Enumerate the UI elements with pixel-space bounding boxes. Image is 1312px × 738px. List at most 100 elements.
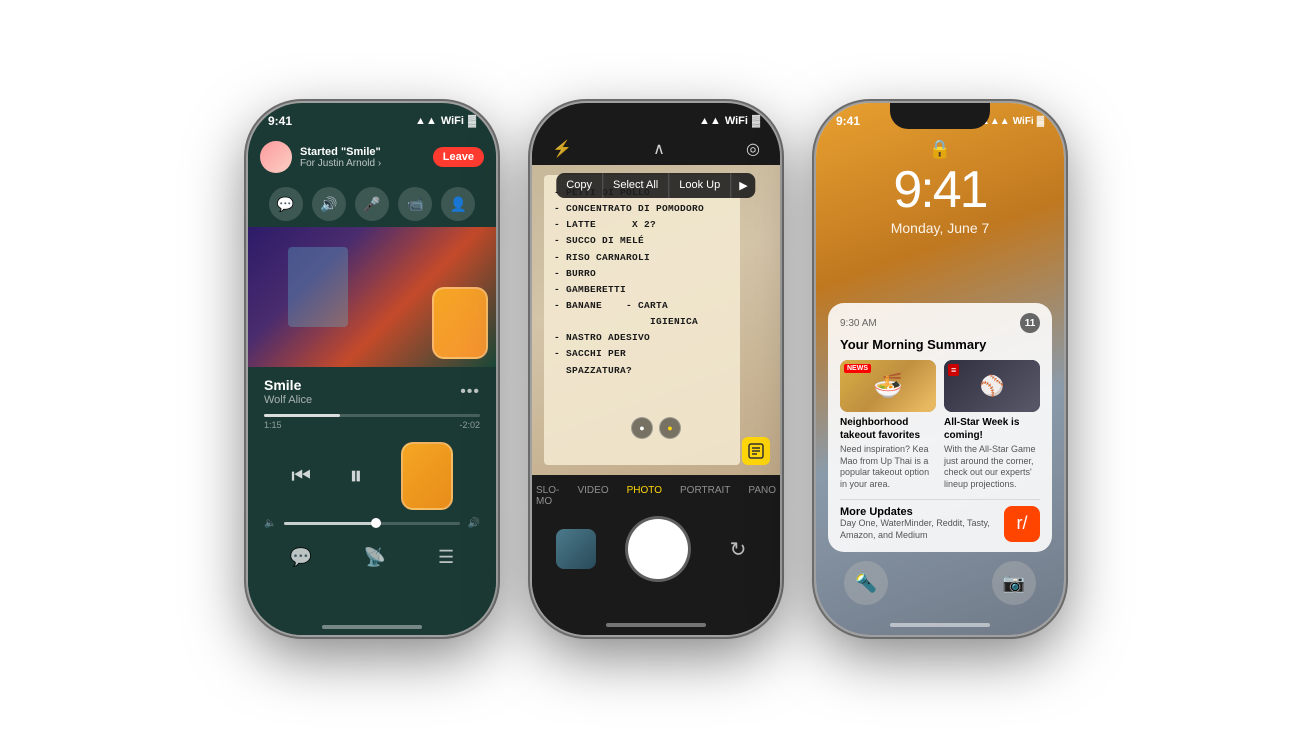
- notification-time: 9:30 AM: [840, 318, 877, 329]
- volume-min-icon: 🔈: [264, 518, 276, 529]
- flip-camera-button[interactable]: ↻: [720, 531, 756, 567]
- bottom-controls: 💬 📡 ☰: [248, 537, 496, 578]
- news-logo-1: NEWS: [844, 364, 871, 373]
- note-line-4: - SUCCO DI MELÉ: [554, 233, 730, 249]
- lock-status-time: 9:41: [836, 114, 860, 128]
- article-2-desc: With the All-Star Game just around the c…: [944, 444, 1040, 491]
- article-1-desc: Need inspiration? Kea Mao from Up Thai i…: [840, 444, 936, 491]
- facetime-banner: Started "Smile" For Justin Arnold › Leav…: [248, 133, 496, 181]
- note-text: - PETTI DI POLLO - CONCENTRATO DI POMODO…: [554, 185, 730, 379]
- viewfinder: - PETTI DI POLLO - CONCENTRATO DI POMODO…: [532, 165, 780, 475]
- camera-modes: SLO-MO VIDEO PHOTO PORTRAIT PANO: [532, 475, 780, 513]
- zoom-dot-1[interactable]: ●: [631, 417, 653, 439]
- song-info: Smile Wolf Alice •••: [248, 367, 496, 410]
- notch: [322, 103, 422, 129]
- playback-controls: ⏮ ⏸: [248, 434, 496, 518]
- menu-arrow-button[interactable]: ▶: [731, 173, 755, 198]
- airplay-button[interactable]: 📡: [364, 547, 386, 568]
- camera-top-bar: ⚡ ∧ ◎: [532, 133, 780, 165]
- lock-notch: [890, 103, 990, 129]
- note-line-10: - NASTRO ADESIVO: [554, 330, 730, 346]
- notification-count: 11: [1020, 313, 1040, 333]
- note-line-2: - CONCENTRATO DI POMODORO: [554, 201, 730, 217]
- chevron-up-icon[interactable]: ∧: [653, 139, 665, 159]
- home-indicator: [322, 625, 422, 629]
- notification-more: More Updates Day One, WaterMinder, Reddi…: [840, 506, 1040, 542]
- leave-button[interactable]: Leave: [433, 147, 484, 167]
- lock-symbol: 🔒: [929, 139, 951, 160]
- mode-video[interactable]: VIDEO: [573, 483, 612, 509]
- wifi-icon-2: WiFi: [725, 115, 748, 127]
- camera-button[interactable]: 📷: [992, 561, 1036, 605]
- rewind-button[interactable]: ⏮: [291, 463, 311, 489]
- speaker-button[interactable]: 🔊: [312, 187, 346, 221]
- mode-pano[interactable]: PANO: [744, 483, 780, 509]
- battery-icon: ▓: [468, 115, 476, 127]
- select-all-button[interactable]: Select All: [603, 173, 669, 198]
- notch-2: [606, 103, 706, 129]
- reddit-icon: r/: [1004, 506, 1040, 542]
- home-indicator-2: [606, 623, 706, 627]
- facetime-title: Started "Smile": [300, 146, 425, 158]
- more-button[interactable]: •••: [460, 383, 480, 401]
- shutter-button[interactable]: [628, 519, 688, 579]
- lyrics-button[interactable]: 💬: [290, 547, 312, 568]
- live-text-icon[interactable]: [742, 437, 770, 465]
- flash-icon[interactable]: ⚡: [552, 139, 572, 159]
- note-line-7: - GAMBERETTI: [554, 282, 730, 298]
- wifi-icon: WiFi: [441, 115, 464, 127]
- mode-photo[interactable]: PHOTO: [623, 483, 666, 509]
- volume-fill: [284, 522, 380, 525]
- article-1: NEWS Neighborhood takeout favorites Need…: [840, 360, 936, 491]
- phone-1: 9:41 ▲▲▲ WiFi ▓ Started "Smile" For Just…: [248, 103, 496, 635]
- song-details: Smile Wolf Alice: [264, 377, 312, 406]
- lock-wifi-icon: WiFi: [1013, 116, 1034, 127]
- message-button[interactable]: 💬: [269, 187, 303, 221]
- lock-bottom-buttons: 🔦 📷: [816, 561, 1064, 605]
- progress-track: [264, 414, 480, 417]
- news-logo-2: ≡: [948, 364, 959, 376]
- song-name: Smile: [264, 377, 312, 393]
- article-2-title: All-Star Week is coming!: [944, 416, 1040, 442]
- live-text-svg: [748, 443, 764, 459]
- phone-2: ▲▲▲ WiFi ▓ ⚡ ∧ ◎ - PETTI DI POLLO - CONC…: [532, 103, 780, 635]
- flashlight-button[interactable]: 🔦: [844, 561, 888, 605]
- article-1-image: NEWS: [840, 360, 936, 412]
- video-button[interactable]: 📹: [398, 187, 432, 221]
- live-text-menu: Copy Select All Look Up ▶: [556, 173, 755, 198]
- thumbnail-preview[interactable]: [556, 529, 596, 569]
- lock-battery-icon: ▓: [1037, 116, 1044, 127]
- note-line-8: - BANANE - CARTA: [554, 298, 730, 314]
- lock-status-icons: ▲▲▲ WiFi ▓: [980, 116, 1044, 127]
- status-time: 9:41: [268, 114, 292, 128]
- lock-home-indicator: [890, 623, 990, 627]
- zoom-options: ● ●: [631, 417, 681, 439]
- volume-bar[interactable]: 🔈 🔊: [248, 518, 496, 537]
- note-line-11: - SACCHI PER: [554, 346, 730, 362]
- progress-bar[interactable]: 1:15 -2:02: [248, 410, 496, 434]
- mode-slomo[interactable]: SLO-MO: [532, 483, 563, 509]
- volume-max-icon: 🔊: [468, 518, 480, 529]
- phone-1-screen: Started "Smile" For Justin Arnold › Leav…: [248, 133, 496, 635]
- notification-header: 9:30 AM 11: [840, 313, 1040, 333]
- pause-button[interactable]: ⏸: [349, 460, 362, 492]
- note-line-6: - BURRO: [554, 266, 730, 282]
- copy-button[interactable]: Copy: [556, 173, 603, 198]
- queue-button[interactable]: ☰: [438, 547, 454, 568]
- notification-articles: NEWS Neighborhood takeout favorites Need…: [840, 360, 1040, 491]
- lock-icon-area: 🔒 9:41 Monday, June 7: [891, 139, 990, 236]
- article-1-title: Neighborhood takeout favorites: [840, 416, 936, 442]
- look-up-button[interactable]: Look Up: [669, 173, 731, 198]
- facetime-info: Started "Smile" For Justin Arnold ›: [300, 146, 425, 169]
- note-line-3: - LATTE x 2?: [554, 217, 730, 233]
- live-photo-icon[interactable]: ◎: [746, 139, 760, 159]
- volume-track: [284, 522, 459, 525]
- battery-icon-2: ▓: [752, 115, 760, 127]
- more-text: More Updates Day One, WaterMinder, Reddi…: [840, 506, 996, 541]
- phone-3: 9:41 ▲▲▲ WiFi ▓ 🔒 9:41 Monday, June 7 9:…: [816, 103, 1064, 635]
- zoom-dot-2[interactable]: ●: [659, 417, 681, 439]
- mode-portrait[interactable]: PORTRAIT: [676, 483, 734, 509]
- mic-button[interactable]: 🎤: [355, 187, 389, 221]
- artist-name: Wolf Alice: [264, 394, 312, 406]
- person-button[interactable]: 👤: [441, 187, 475, 221]
